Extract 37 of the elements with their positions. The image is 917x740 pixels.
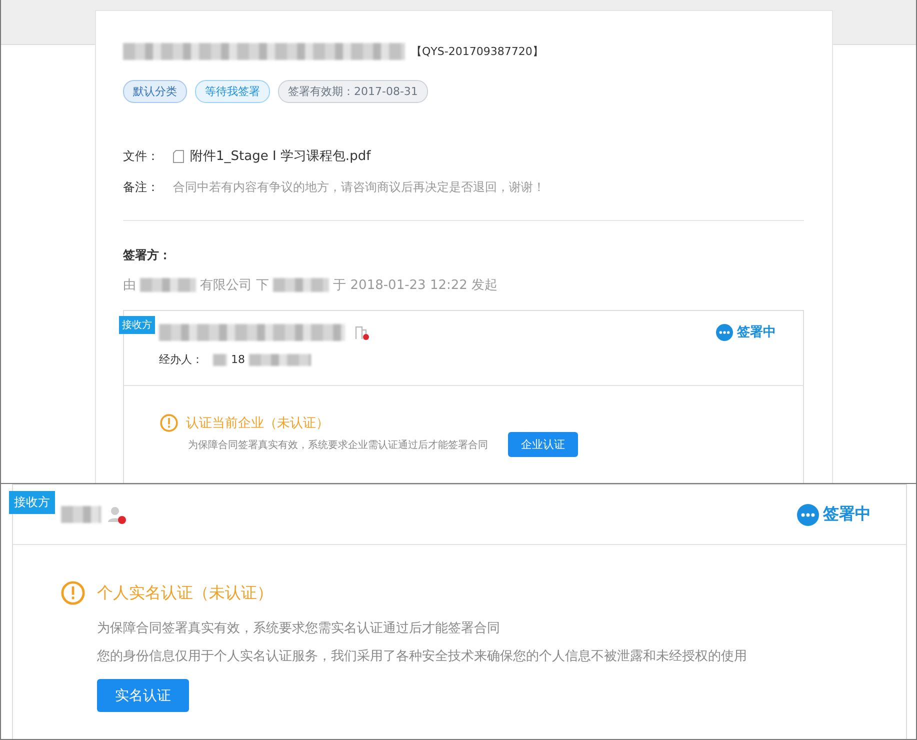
initiator-text: 于 2018-01-23 12:22 发起 <box>333 277 498 294</box>
redacted-text <box>61 506 101 523</box>
initiator-text: 有限公司 下 <box>200 277 270 294</box>
redacted-text <box>213 354 227 366</box>
role-tag: 接收方 <box>9 491 55 514</box>
person-icon <box>107 504 127 524</box>
verify-title: 认证当前企业（未认证） <box>186 415 329 432</box>
verify-company-button[interactable]: 企业认证 <box>508 432 578 457</box>
contract-tag: 默认分类 <box>123 80 187 103</box>
handler-label: 经办人： <box>159 352 204 367</box>
file-label: 文件： <box>123 148 160 164</box>
building-icon <box>355 324 369 340</box>
contract-tag: 等待我签署 <box>195 80 270 103</box>
verify-description: 您的身份信息仅用于个人实名认证服务，我们采用了各种安全技术来确保您的个人信息不被泄露和未经授权的使用 <box>97 648 748 665</box>
signers-heading: 签署方： <box>123 247 171 264</box>
initiator-text: 由 <box>123 277 136 294</box>
more-icon <box>797 504 819 526</box>
verify-identity-button[interactable]: 实名认证 <box>97 679 189 712</box>
redacted-text <box>273 278 330 292</box>
handler-phone: 18 <box>231 353 245 366</box>
file-icon <box>173 150 184 162</box>
warning-icon <box>160 414 178 432</box>
more-icon <box>716 324 733 340</box>
file-link[interactable]: 附件1_Stage I 学习课程包.pdf <box>190 147 371 165</box>
verify-description: 为保障合同签署真实有效，系统要求您需实名认证通过后才能签署合同 <box>97 620 501 637</box>
contract-tag: 签署有效期：2017-08-31 <box>278 80 428 103</box>
status-text: 签署中 <box>823 504 871 525</box>
remark-text: 合同中若有内容有争议的地方，请咨询商议后再决定是否退回，谢谢！ <box>173 179 545 196</box>
redacted-text <box>249 354 311 366</box>
contract-code: 【QYS-201709387720】 <box>411 44 544 59</box>
warning-icon <box>61 581 85 605</box>
verify-title: 个人实名认证（未认证） <box>97 582 273 604</box>
remark-label: 备注： <box>123 179 160 196</box>
role-tag: 接收方 <box>119 316 155 334</box>
redacted-text <box>140 278 196 292</box>
status-text: 签署中 <box>737 324 776 341</box>
verify-description: 为保障合同签署真实有效，系统要求企业需认证通过后才能签署合同 <box>188 438 488 452</box>
